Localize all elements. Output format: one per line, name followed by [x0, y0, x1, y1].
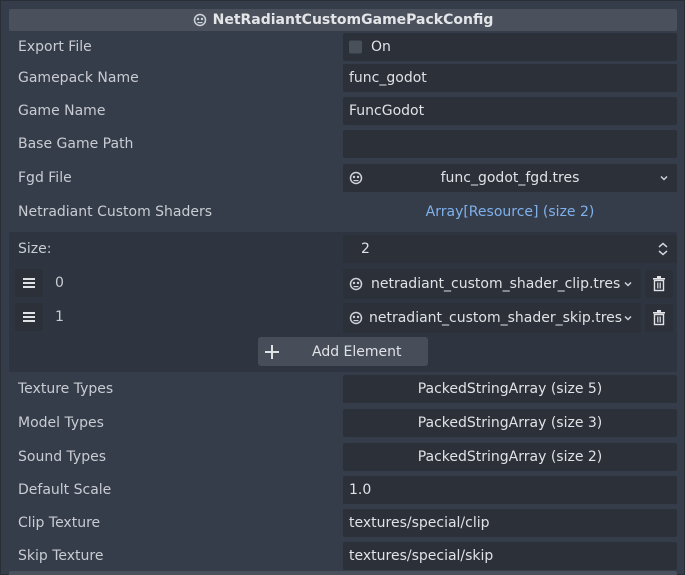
row-texture-types: Texture Types PackedStringArray (size 5) — [9, 373, 677, 405]
export-file-checkbox-label: On — [371, 39, 391, 55]
default-scale-field[interactable]: 1.0 — [343, 476, 677, 504]
game-name-value: FuncGodot — [349, 103, 425, 119]
texture-types-array-button[interactable]: PackedStringArray (size 5) — [343, 375, 677, 403]
row-export-file: Export File On — [9, 31, 677, 63]
row-gamepack-name: Gamepack Name func_godot — [9, 62, 677, 94]
next-section-header — [9, 571, 677, 575]
array-size-spinbox[interactable]: 2 — [343, 235, 677, 263]
texture-types-label: Texture Types — [18, 381, 114, 397]
array-item-value: netradiant_custom_shader_skip.tres — [369, 310, 623, 326]
inspector-title: NetRadiantCustomGamePackConfig — [212, 12, 494, 28]
custom-shaders-label: Netradiant Custom Shaders — [18, 204, 213, 220]
chevron-down-icon[interactable] — [623, 313, 633, 323]
clip-texture-label: Clip Texture — [18, 515, 101, 531]
trash-icon — [653, 276, 665, 292]
spin-arrows-icon[interactable] — [657, 242, 669, 256]
row-skip-texture: Skip Texture textures/special/skip — [9, 540, 677, 572]
add-element-label: Add Element — [312, 343, 402, 360]
array-item-resource-picker[interactable]: netradiant_custom_shader_skip.tres — [343, 303, 641, 333]
row-model-types: Model Types PackedStringArray (size 3) — [9, 407, 677, 439]
fgd-file-picker[interactable]: func_godot_fgd.tres — [343, 164, 677, 192]
custom-shaders-value: Array[Resource] (size 2) — [425, 204, 595, 220]
sound-types-value: PackedStringArray (size 2) — [417, 449, 603, 465]
export-file-label: Export File — [18, 39, 92, 55]
default-scale-value: 1.0 — [349, 482, 372, 498]
export-file-checkbox[interactable] — [349, 40, 362, 54]
trash-icon — [653, 310, 665, 326]
game-name-field[interactable]: FuncGodot — [343, 97, 677, 125]
model-types-value: PackedStringArray (size 3) — [417, 415, 603, 431]
row-custom-shaders: Netradiant Custom Shaders Array[Resource… — [9, 196, 677, 228]
game-name-label: Game Name — [18, 103, 106, 119]
sound-types-array-button[interactable]: PackedStringArray (size 2) — [343, 443, 677, 471]
skip-texture-field[interactable]: textures/special/skip — [343, 542, 677, 570]
inspector-header: NetRadiantCustomGamePackConfig — [9, 9, 677, 31]
base-game-path-field[interactable] — [343, 130, 677, 158]
array-item-value: netradiant_custom_shader_clip.tres — [371, 276, 621, 292]
chevron-down-icon[interactable] — [659, 173, 669, 183]
gamepack-name-label: Gamepack Name — [18, 70, 139, 86]
clip-texture-value: textures/special/clip — [349, 515, 490, 531]
array-size-value: 2 — [361, 241, 370, 257]
row-sound-types: Sound Types PackedStringArray (size 2) — [9, 441, 677, 473]
skip-texture-label: Skip Texture — [18, 548, 104, 564]
export-file-toggle[interactable]: On — [343, 33, 677, 61]
model-types-array-button[interactable]: PackedStringArray (size 3) — [343, 409, 677, 437]
drag-handle-icon[interactable] — [15, 269, 43, 297]
chevron-down-icon[interactable] — [623, 279, 633, 289]
array-size-label: Size: — [18, 241, 52, 257]
row-base-game-path: Base Game Path — [9, 128, 677, 160]
plus-icon — [265, 344, 279, 359]
row-default-scale: Default Scale 1.0 — [9, 474, 677, 506]
custom-shaders-array-button[interactable]: Array[Resource] (size 2) — [343, 198, 677, 226]
inspector-panel: NetRadiantCustomGamePackConfig Export Fi… — [0, 0, 685, 575]
row-fgd-file: Fgd File func_godot_fgd.tres — [9, 162, 677, 194]
add-element-button[interactable]: Add Element — [258, 337, 428, 366]
fgd-file-value: func_godot_fgd.tres — [440, 170, 580, 186]
gamepack-name-value: func_godot — [349, 70, 427, 86]
fgd-file-label: Fgd File — [18, 170, 72, 186]
default-scale-label: Default Scale — [18, 482, 112, 498]
gamepack-name-field[interactable]: func_godot — [343, 64, 677, 92]
array-editor: Size: 2 0 netradiant_custom_shader_clip.… — [9, 232, 677, 372]
base-game-path-label: Base Game Path — [18, 136, 134, 152]
clip-texture-field[interactable]: textures/special/clip — [343, 509, 677, 537]
row-clip-texture: Clip Texture textures/special/clip — [9, 507, 677, 539]
skip-texture-value: textures/special/skip — [349, 548, 494, 564]
drag-handle-icon[interactable] — [15, 303, 43, 331]
array-item-index: 1 — [55, 309, 64, 325]
sound-types-label: Sound Types — [18, 449, 106, 465]
array-item-resource-picker[interactable]: netradiant_custom_shader_clip.tres — [343, 269, 641, 299]
delete-item-button[interactable] — [645, 270, 673, 298]
resource-icon — [349, 311, 363, 325]
delete-item-button[interactable] — [645, 304, 673, 332]
resource-icon — [193, 13, 206, 27]
model-types-label: Model Types — [18, 415, 104, 431]
texture-types-value: PackedStringArray (size 5) — [417, 381, 603, 397]
row-game-name: Game Name FuncGodot — [9, 95, 677, 127]
array-item-index: 0 — [55, 275, 64, 291]
resource-icon — [349, 277, 363, 291]
